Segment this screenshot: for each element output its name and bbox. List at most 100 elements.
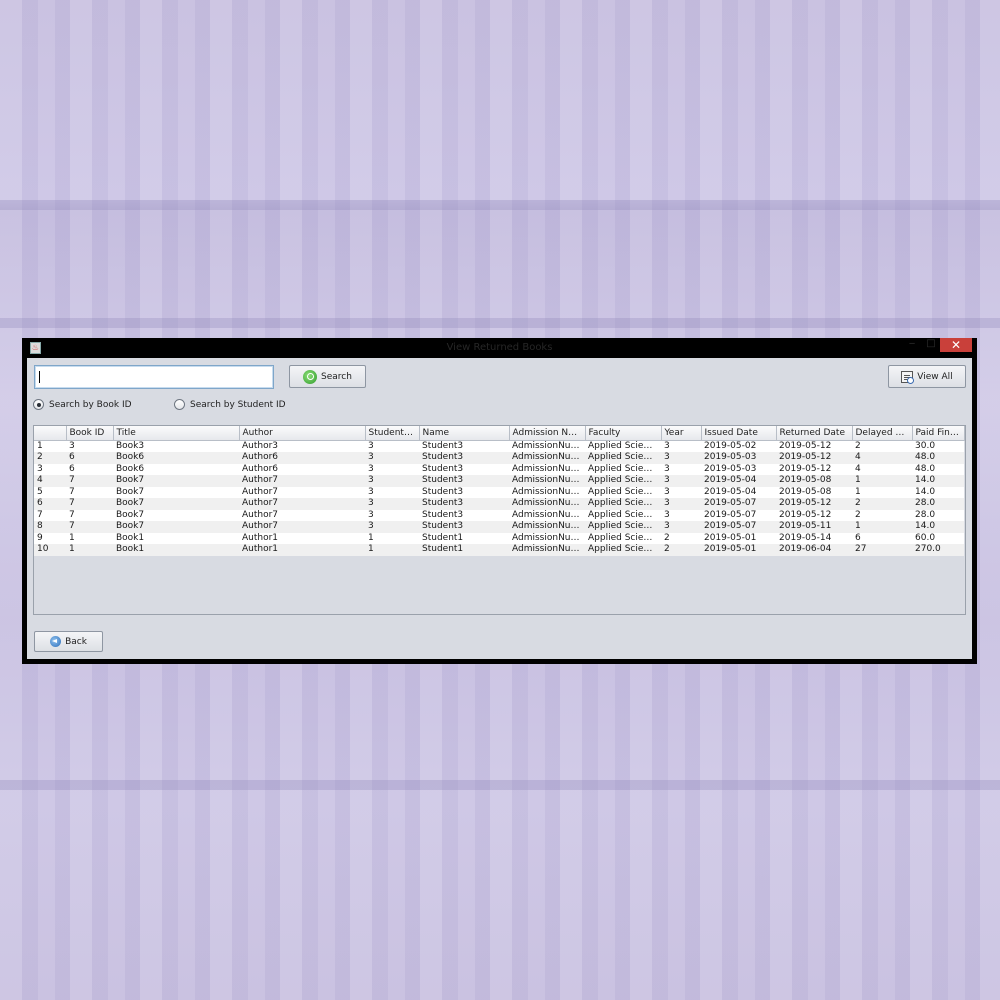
cell-admission-number[interactable]: AdmissionNum...: [509, 509, 585, 521]
column-header-paid-fine[interactable]: Paid Fine ...: [912, 426, 965, 441]
minimize-button[interactable]: ‒: [902, 338, 922, 352]
cell-paid-fine[interactable]: 28.0: [912, 509, 964, 521]
cell-year[interactable]: 3: [661, 521, 701, 533]
cell-delayed-days[interactable]: 2: [852, 440, 912, 452]
cell-row-number[interactable]: 9: [34, 532, 66, 544]
table-row[interactable]: 3 6 Book6 Author6 3 Student3 AdmissionNum... Ap…: [34, 463, 964, 475]
returned-books-table[interactable]: Book ID Title Author Student ID Name Adm…: [33, 425, 966, 615]
cell-paid-fine[interactable]: 14.0: [912, 486, 964, 498]
cell-student-id[interactable]: 3: [365, 486, 419, 498]
cell-delayed-days[interactable]: 4: [852, 463, 912, 475]
cell-faculty[interactable]: Applied Science: [585, 532, 661, 544]
cell-paid-fine[interactable]: 14.0: [912, 521, 964, 533]
cell-delayed-days[interactable]: 2: [852, 509, 912, 521]
cell-paid-fine[interactable]: 48.0: [912, 452, 964, 464]
cell-admission-number[interactable]: AdmissionNum...: [509, 463, 585, 475]
cell-title[interactable]: Book1: [113, 532, 239, 544]
table-row[interactable]: 2 6 Book6 Author6 3 Student3 AdmissionNum... Ap…: [34, 452, 964, 464]
cell-student-id[interactable]: 3: [365, 521, 419, 533]
cell-author[interactable]: Author7: [239, 486, 365, 498]
table-row[interactable]: 7 7 Book7 Author7 3 Student3 AdmissionNum... Ap…: [34, 509, 964, 521]
cell-faculty[interactable]: Applied Science: [585, 440, 661, 452]
cell-student-id[interactable]: 3: [365, 452, 419, 464]
cell-book-id[interactable]: 7: [66, 486, 113, 498]
cell-admission-number[interactable]: AdmissionNum...: [509, 544, 585, 556]
cell-author[interactable]: Author6: [239, 452, 365, 464]
cell-name[interactable]: Student3: [419, 486, 509, 498]
cell-author[interactable]: Author7: [239, 475, 365, 487]
cell-admission-number[interactable]: AdmissionNum...: [509, 521, 585, 533]
cell-row-number[interactable]: 5: [34, 486, 66, 498]
cell-admission-number[interactable]: AdmissionNum...: [509, 498, 585, 510]
cell-book-id[interactable]: 7: [66, 509, 113, 521]
maximize-button[interactable]: □: [922, 338, 940, 352]
cell-row-number[interactable]: 1: [34, 440, 66, 452]
cell-book-id[interactable]: 1: [66, 544, 113, 556]
table-row[interactable]: 10 1 Book1 Author1 1 Student1 AdmissionNum... A…: [34, 544, 964, 556]
search-button[interactable]: Search: [289, 365, 366, 388]
cell-issued-date[interactable]: 2019-05-03: [701, 452, 776, 464]
cell-author[interactable]: Author6: [239, 463, 365, 475]
cell-delayed-days[interactable]: 27: [852, 544, 912, 556]
table-row[interactable]: 5 7 Book7 Author7 3 Student3 AdmissionNum... Ap…: [34, 486, 964, 498]
column-header-year[interactable]: Year: [661, 426, 702, 441]
search-input[interactable]: [34, 365, 274, 389]
column-header-author[interactable]: Author: [239, 426, 366, 441]
cell-returned-date[interactable]: 2019-05-12: [776, 509, 852, 521]
view-all-button[interactable]: View All: [888, 365, 966, 388]
cell-name[interactable]: Student3: [419, 463, 509, 475]
cell-faculty[interactable]: Applied Science: [585, 498, 661, 510]
cell-returned-date[interactable]: 2019-05-12: [776, 452, 852, 464]
cell-author[interactable]: Author7: [239, 509, 365, 521]
cell-year[interactable]: 3: [661, 498, 701, 510]
cell-name[interactable]: Student3: [419, 521, 509, 533]
cell-name[interactable]: Student3: [419, 440, 509, 452]
cell-delayed-days[interactable]: 1: [852, 475, 912, 487]
cell-name[interactable]: Student3: [419, 509, 509, 521]
cell-year[interactable]: 3: [661, 452, 701, 464]
cell-faculty[interactable]: Applied Science: [585, 475, 661, 487]
table-row[interactable]: 1 3 Book3 Author3 3 Student3 AdmissionNum... Ap…: [34, 440, 964, 452]
column-header-returned-date[interactable]: Returned Date: [776, 426, 853, 441]
cell-returned-date[interactable]: 2019-05-12: [776, 498, 852, 510]
cell-faculty[interactable]: Applied Science: [585, 544, 661, 556]
cell-row-number[interactable]: 4: [34, 475, 66, 487]
cell-issued-date[interactable]: 2019-05-01: [701, 544, 776, 556]
cell-faculty[interactable]: Applied Science: [585, 463, 661, 475]
cell-author[interactable]: Author7: [239, 521, 365, 533]
cell-year[interactable]: 3: [661, 475, 701, 487]
cell-title[interactable]: Book1: [113, 544, 239, 556]
table-row[interactable]: 9 1 Book1 Author1 1 Student1 AdmissionNum... Ap…: [34, 532, 964, 544]
cell-faculty[interactable]: Applied Science: [585, 452, 661, 464]
cell-row-number[interactable]: 10: [34, 544, 66, 556]
cell-name[interactable]: Student1: [419, 544, 509, 556]
cell-year[interactable]: 3: [661, 486, 701, 498]
cell-title[interactable]: Book7: [113, 498, 239, 510]
cell-book-id[interactable]: 1: [66, 532, 113, 544]
cell-paid-fine[interactable]: 30.0: [912, 440, 964, 452]
cell-book-id[interactable]: 3: [66, 440, 113, 452]
cell-delayed-days[interactable]: 1: [852, 521, 912, 533]
cell-student-id[interactable]: 3: [365, 440, 419, 452]
cell-issued-date[interactable]: 2019-05-04: [701, 475, 776, 487]
cell-faculty[interactable]: Applied Science: [585, 521, 661, 533]
cell-student-id[interactable]: 1: [365, 532, 419, 544]
cell-returned-date[interactable]: 2019-06-04: [776, 544, 852, 556]
cell-issued-date[interactable]: 2019-05-07: [701, 521, 776, 533]
cell-book-id[interactable]: 7: [66, 521, 113, 533]
column-header-delayed-days[interactable]: Delayed Da...: [852, 426, 913, 441]
cell-issued-date[interactable]: 2019-05-02: [701, 440, 776, 452]
cell-faculty[interactable]: Applied Science: [585, 486, 661, 498]
cell-admission-number[interactable]: AdmissionNum...: [509, 532, 585, 544]
column-header-row-number[interactable]: [34, 426, 67, 441]
cell-paid-fine[interactable]: 14.0: [912, 475, 964, 487]
cell-issued-date[interactable]: 2019-05-04: [701, 486, 776, 498]
cell-title[interactable]: Book6: [113, 452, 239, 464]
cell-year[interactable]: 3: [661, 440, 701, 452]
column-header-faculty[interactable]: Faculty: [585, 426, 662, 441]
cell-name[interactable]: Student3: [419, 452, 509, 464]
cell-year[interactable]: 3: [661, 463, 701, 475]
cell-book-id[interactable]: 6: [66, 452, 113, 464]
cell-author[interactable]: Author1: [239, 544, 365, 556]
cell-delayed-days[interactable]: 1: [852, 486, 912, 498]
